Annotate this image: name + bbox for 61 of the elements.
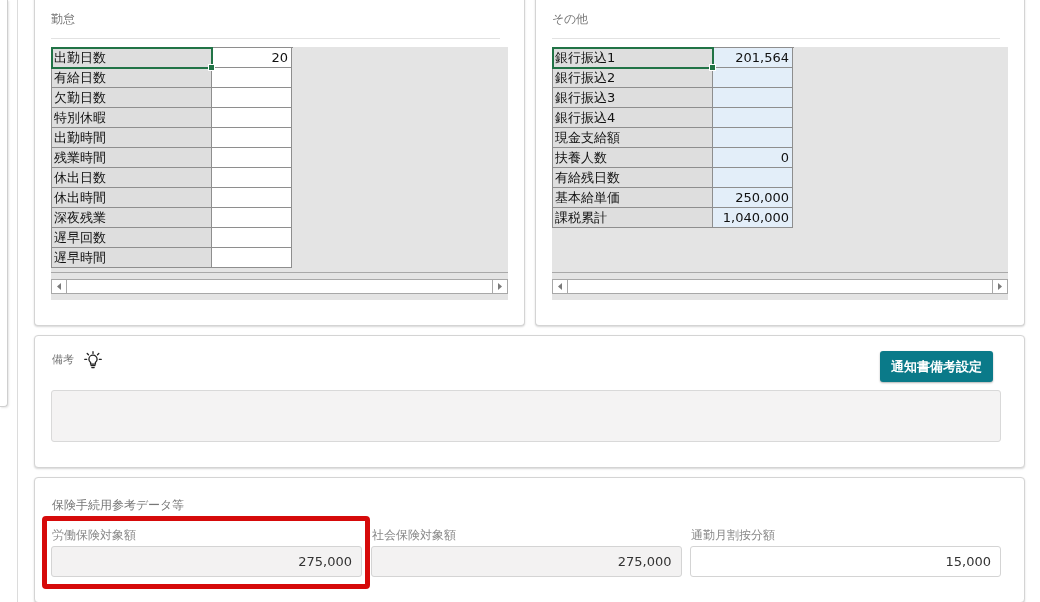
value-cell[interactable] — [212, 88, 292, 108]
amount-field[interactable]: 275,000 — [51, 546, 362, 577]
label-cell[interactable]: 出勤時間 — [52, 128, 212, 148]
value-cell[interactable]: 250,000 — [713, 188, 793, 208]
label-cell[interactable]: 有給日数 — [52, 68, 212, 88]
value-cell[interactable] — [713, 108, 793, 128]
left-arrow-icon — [57, 283, 61, 290]
label-cell[interactable]: 銀行振込4 — [553, 108, 713, 128]
right-arrow-icon — [998, 283, 1002, 290]
label-cell[interactable]: 出勤日数 — [52, 48, 212, 68]
value-cell[interactable] — [212, 108, 292, 128]
label-cell[interactable]: 有給残日数 — [553, 168, 713, 188]
value-cell[interactable] — [212, 68, 292, 88]
label-cell[interactable]: 残業時間 — [52, 148, 212, 168]
horizontal-scrollbar[interactable] — [51, 279, 508, 294]
label-cell[interactable]: 休出日数 — [52, 168, 212, 188]
label-cell[interactable]: 銀行振込2 — [553, 68, 713, 88]
selection-handle-icon[interactable] — [208, 64, 215, 71]
value-cell[interactable]: 20 — [212, 48, 292, 68]
label-cell[interactable]: 遅早時間 — [52, 248, 212, 268]
label-cell[interactable]: 現金支給額 — [553, 128, 713, 148]
label-cell[interactable]: 銀行振込3 — [553, 88, 713, 108]
label-cell[interactable]: 特別休暇 — [52, 108, 212, 128]
amount-field[interactable]: 15,000 — [690, 546, 1001, 577]
label-cell[interactable]: 扶養人数 — [553, 148, 713, 168]
notice-remarks-button[interactable]: 通知書備考設定 — [880, 351, 993, 382]
remarks-label: 備考 — [52, 353, 74, 367]
label-cell[interactable]: 基本給単価 — [553, 188, 713, 208]
section-title: その他 — [552, 12, 588, 26]
value-cell[interactable]: 201,564 — [713, 48, 793, 68]
section-title: 勤怠 — [51, 12, 75, 26]
value-cell[interactable]: 0 — [713, 148, 793, 168]
value-cell[interactable] — [212, 228, 292, 248]
section-title: 保険手続用参考データ等 — [51, 498, 184, 512]
value-cell[interactable] — [212, 128, 292, 148]
field-label: 通勤月割按分額 — [690, 528, 775, 542]
value-cell[interactable] — [713, 68, 793, 88]
remarks-field[interactable] — [51, 390, 1001, 442]
label-cell[interactable]: 銀行振込1 — [553, 48, 713, 68]
label-cell[interactable]: 休出時間 — [52, 188, 212, 208]
right-arrow-icon — [498, 283, 502, 290]
label-cell[interactable]: 深夜残業 — [52, 208, 212, 228]
field-label: 労働保険対象額 — [51, 528, 136, 542]
left-arrow-icon — [558, 283, 562, 290]
value-cell[interactable] — [212, 168, 292, 188]
amount-field[interactable]: 275,000 — [370, 546, 682, 577]
horizontal-scrollbar[interactable] — [552, 279, 1008, 294]
field-label: 社会保険対象額 — [370, 528, 456, 542]
value-cell[interactable] — [713, 88, 793, 108]
value-cell[interactable] — [212, 148, 292, 168]
value-cell[interactable] — [212, 208, 292, 228]
label-cell[interactable]: 遅早回数 — [52, 228, 212, 248]
selection-handle-icon[interactable] — [709, 64, 716, 71]
lightbulb-icon — [84, 351, 102, 369]
label-cell[interactable]: 課税累計 — [553, 208, 713, 228]
value-cell[interactable] — [212, 248, 292, 268]
value-cell[interactable] — [713, 168, 793, 188]
value-cell[interactable] — [212, 188, 292, 208]
label-cell[interactable]: 欠勤日数 — [52, 88, 212, 108]
value-cell[interactable]: 1,040,000 — [713, 208, 793, 228]
value-cell[interactable] — [713, 128, 793, 148]
